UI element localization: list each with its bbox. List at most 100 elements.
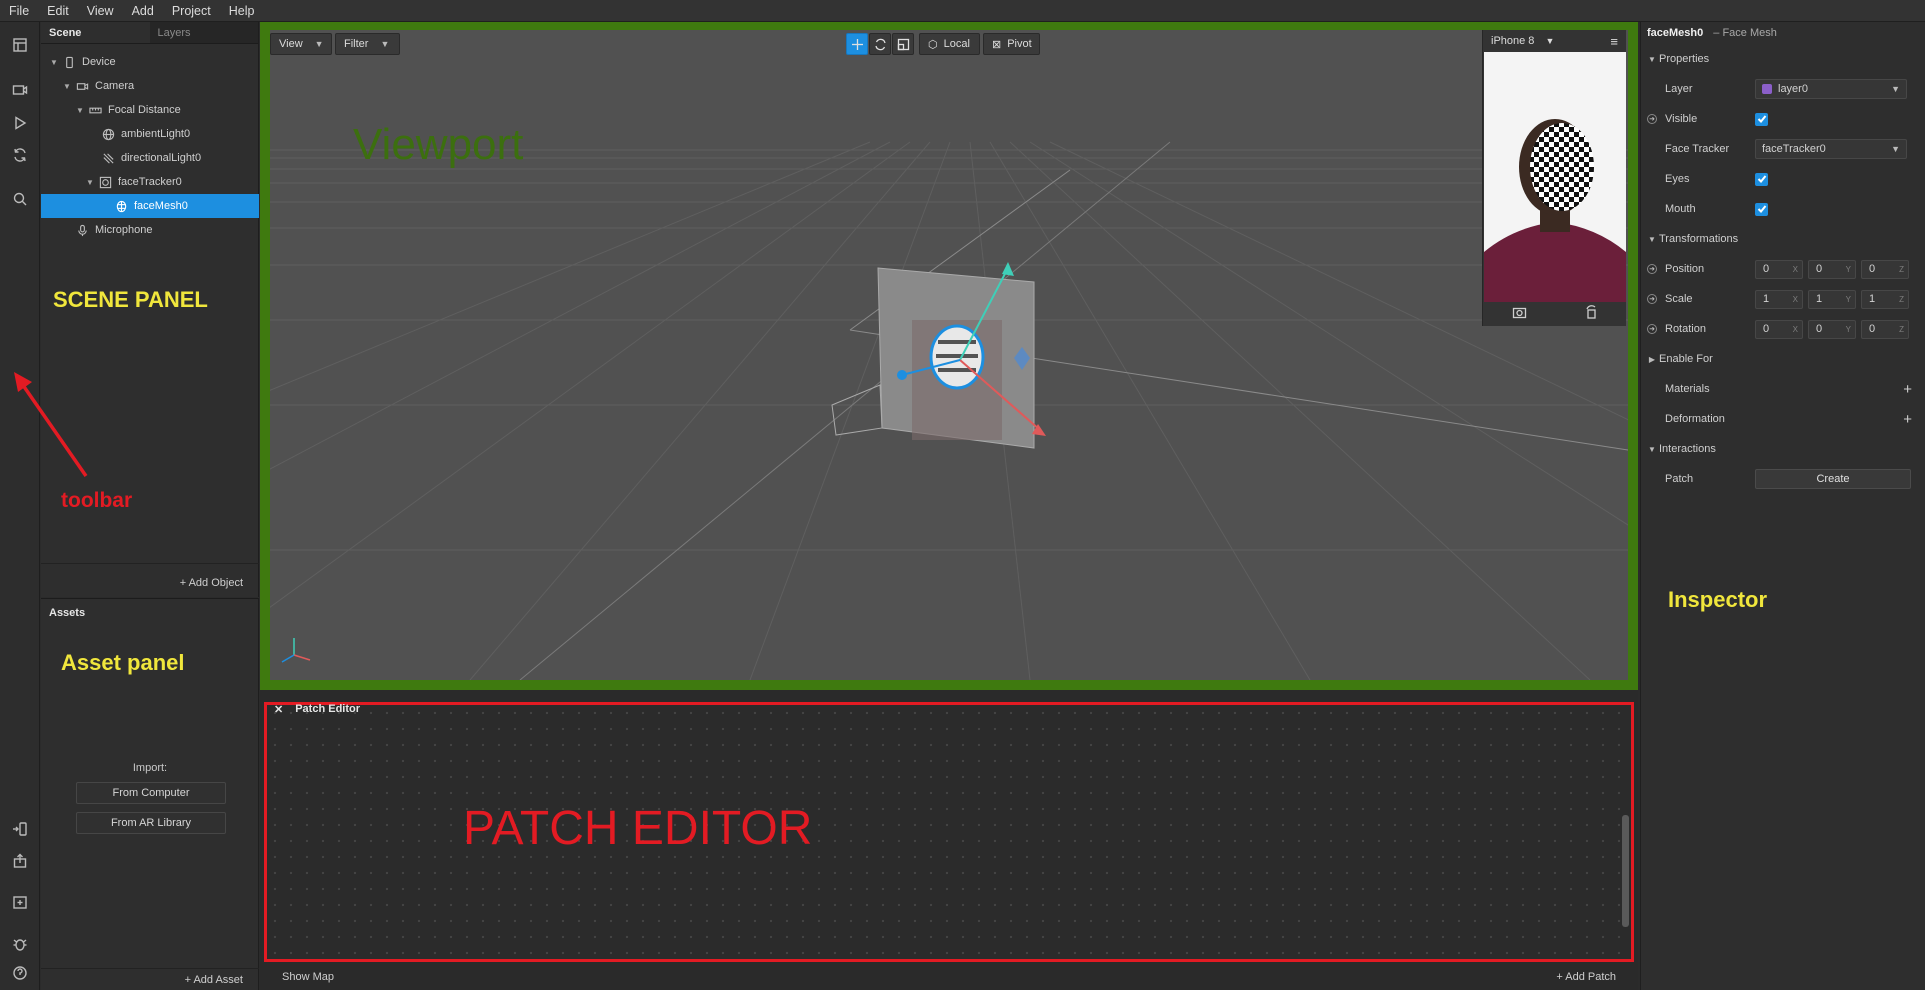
expand-arrow-icon[interactable]: ▶ xyxy=(1645,355,1659,364)
patch-canvas[interactable]: PATCH EDITOR xyxy=(264,702,1634,962)
menu-help[interactable]: Help xyxy=(220,4,264,18)
switch-camera-icon[interactable] xyxy=(1512,305,1527,323)
axis-label: X xyxy=(1792,294,1798,304)
play-icon[interactable] xyxy=(9,112,31,134)
visible-checkbox[interactable] xyxy=(1755,112,1768,126)
eyes-checkbox[interactable] xyxy=(1755,172,1768,186)
tree-item-focal-distance[interactable]: ▼ Focal Distance xyxy=(41,98,259,122)
tree-item-face-mesh[interactable]: faceMesh0 xyxy=(41,194,259,218)
section-transformations[interactable]: ▼ Transformations xyxy=(1641,224,1925,254)
section-properties[interactable]: ▼ Properties xyxy=(1641,44,1925,74)
layer-color-swatch xyxy=(1762,84,1772,94)
field-value: 0 xyxy=(1816,262,1823,275)
face-tracker-dropdown[interactable]: faceTracker0 ▼ xyxy=(1755,139,1907,159)
visible-label: Visible xyxy=(1665,113,1698,125)
bug-icon[interactable] xyxy=(9,933,31,955)
link-arrow-icon[interactable]: ➜ xyxy=(1647,324,1657,334)
chevron-down-icon: ▼ xyxy=(1891,84,1900,94)
help-icon[interactable] xyxy=(9,962,31,984)
show-map-button[interactable]: Show Map xyxy=(282,971,334,983)
tree-item-device[interactable]: ▼ Device xyxy=(41,50,259,74)
rotation-y-field[interactable]: 0Y xyxy=(1808,319,1856,339)
position-x-field[interactable]: 0X xyxy=(1755,259,1803,279)
scale-y-field[interactable]: 1Y xyxy=(1808,289,1856,309)
link-arrow-icon[interactable]: ➜ xyxy=(1647,114,1657,124)
from-ar-library-button[interactable]: From AR Library xyxy=(76,812,226,834)
device-icon xyxy=(62,55,76,69)
annotation-arrow-icon xyxy=(14,372,88,477)
menu-add[interactable]: Add xyxy=(123,4,163,18)
search-icon[interactable] xyxy=(9,188,31,210)
section-label: Properties xyxy=(1659,53,1710,65)
close-icon[interactable]: ✕ xyxy=(274,703,283,716)
scale-z-field[interactable]: 1Z xyxy=(1861,289,1909,309)
link-arrow-icon[interactable]: ➜ xyxy=(1647,294,1657,304)
rotation-x-field[interactable]: 0X xyxy=(1755,319,1803,339)
position-y-field[interactable]: 0Y xyxy=(1808,259,1856,279)
filter-dropdown[interactable]: Filter ▼ xyxy=(335,33,400,55)
expand-arrow-icon[interactable]: ▼ xyxy=(85,178,95,187)
rotate-tool-icon[interactable] xyxy=(869,33,891,55)
link-arrow-icon[interactable]: ➜ xyxy=(1647,264,1657,274)
send-to-device-icon[interactable] xyxy=(9,818,31,840)
scale-x-field[interactable]: 1X xyxy=(1755,289,1803,309)
tree-item-face-tracker[interactable]: ▼ faceTracker0 xyxy=(41,170,259,194)
menu-file[interactable]: File xyxy=(0,4,38,18)
deformation-label: Deformation xyxy=(1665,413,1725,425)
layer-dropdown[interactable]: layer0 ▼ xyxy=(1755,79,1907,99)
field-value: 0 xyxy=(1763,322,1770,335)
add-patch-button[interactable]: + Add Patch xyxy=(1556,971,1616,983)
menu-edit[interactable]: Edit xyxy=(38,4,78,18)
menu-project[interactable]: Project xyxy=(163,4,220,18)
expand-arrow-icon[interactable]: ▼ xyxy=(62,82,72,91)
mouth-checkbox[interactable] xyxy=(1755,202,1768,216)
video-icon[interactable] xyxy=(9,79,31,101)
expand-arrow-icon[interactable]: ▼ xyxy=(75,106,85,115)
tree-item-camera[interactable]: ▼ Camera xyxy=(41,74,259,98)
tab-layers[interactable]: Layers xyxy=(150,22,259,43)
face-tracker-label: Face Tracker xyxy=(1665,143,1730,155)
refresh-icon[interactable] xyxy=(9,144,31,166)
axis-label: Z xyxy=(1899,324,1904,334)
scale-tool-icon[interactable] xyxy=(892,33,914,55)
create-patch-button[interactable]: Create xyxy=(1755,469,1911,489)
collapse-arrow-icon[interactable]: ▼ xyxy=(1645,445,1659,454)
add-asset-label: Add Asset xyxy=(193,974,243,986)
axis-label: Z xyxy=(1899,264,1904,274)
move-tool-icon[interactable] xyxy=(846,33,868,55)
collapse-arrow-icon[interactable]: ▼ xyxy=(1645,235,1659,244)
import-label: Import: xyxy=(132,762,168,774)
position-z-field[interactable]: 0Z xyxy=(1861,259,1909,279)
rotation-z-field[interactable]: 0Z xyxy=(1861,319,1909,339)
rotate-device-icon[interactable] xyxy=(1584,305,1599,323)
viewport[interactable]: View ▼ Filter ▼ ⬡ Local ⊠ Pivot Viewport iPh… xyxy=(270,30,1628,680)
device-selector[interactable]: iPhone 8 ▼ xyxy=(1491,35,1554,47)
tree-item-microphone[interactable]: Microphone xyxy=(41,218,259,242)
collapse-arrow-icon[interactable]: ▼ xyxy=(1645,55,1659,64)
section-enable-for[interactable]: ▶ Enable For xyxy=(1641,344,1925,374)
tree-item-ambient-light[interactable]: ambientLight0 xyxy=(41,122,259,146)
patch-scrollbar[interactable] xyxy=(1622,815,1629,927)
tree-item-label: faceTracker0 xyxy=(118,176,182,188)
camera-icon xyxy=(75,79,89,93)
axis-label: Z xyxy=(1899,294,1904,304)
section-interactions[interactable]: ▼ Interactions xyxy=(1641,434,1925,464)
add-deformation-icon[interactable]: + xyxy=(1903,411,1912,428)
cube-icon: ⬡ xyxy=(928,38,938,51)
menu-view[interactable]: View xyxy=(78,4,123,18)
from-computer-button[interactable]: From Computer xyxy=(76,782,226,804)
share-icon[interactable] xyxy=(9,850,31,872)
add-asset-button[interactable]: + Add Asset xyxy=(185,970,243,990)
add-material-icon[interactable]: + xyxy=(1903,381,1912,398)
tab-scene[interactable]: Scene xyxy=(41,22,150,43)
patch-editor-panel: ✕ Patch Editor PATCH EDITOR Show Map + A… xyxy=(260,690,1638,990)
view-dropdown[interactable]: View ▼ xyxy=(270,33,332,55)
tree-item-directional-light[interactable]: directionalLight0 xyxy=(41,146,259,170)
local-space-toggle[interactable]: ⬡ Local xyxy=(919,33,980,55)
layout-icon[interactable] xyxy=(9,34,31,56)
menu-icon[interactable]: ≡ xyxy=(1610,34,1618,49)
pivot-toggle[interactable]: ⊠ Pivot xyxy=(983,33,1040,55)
expand-arrow-icon[interactable]: ▼ xyxy=(49,58,59,67)
add-object-button[interactable]: + Add Object xyxy=(180,577,243,589)
add-folder-icon[interactable] xyxy=(9,891,31,913)
